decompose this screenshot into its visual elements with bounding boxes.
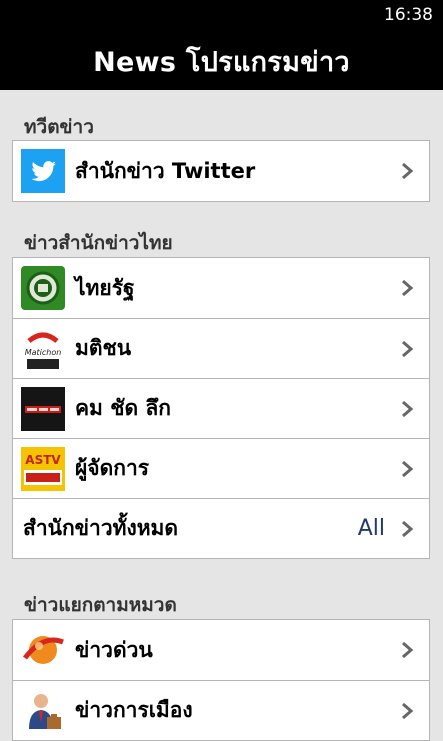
list-item-matichon[interactable]: Matichon มติชน xyxy=(13,318,429,378)
page-title: News โปรแกรมข่าว xyxy=(93,46,350,78)
title-bar: News โปรแกรมข่าว xyxy=(0,32,443,90)
list-item-label: ผู้จัดการ xyxy=(75,456,150,480)
chevron-right-icon xyxy=(393,455,421,483)
group-thai-news-agencies: ไทยรัฐ Matichon มติชน คม ชัด ลึก ASTV ผู… xyxy=(12,257,430,559)
svg-text:Matichon: Matichon xyxy=(25,348,62,357)
list-item-label: ข่าวการเมือง xyxy=(75,698,193,722)
section-header-tweet-news: ทวีตข่าว xyxy=(24,116,94,138)
chevron-right-icon xyxy=(393,157,421,185)
chevron-right-icon xyxy=(393,335,421,363)
list-item-twitter[interactable]: สำนักข่าว Twitter xyxy=(13,141,429,201)
breaking-news-icon xyxy=(21,628,65,672)
astv-manager-logo-icon: ASTV xyxy=(21,446,65,491)
chevron-right-icon xyxy=(393,395,421,423)
group-news-by-category: ข่าวด่วน ข่าวการเมือง xyxy=(12,619,430,741)
chevron-right-icon xyxy=(393,515,421,543)
status-time: 16:38 xyxy=(384,5,433,25)
svg-text:ASTV: ASTV xyxy=(25,453,61,467)
list-item-komchadluek[interactable]: คม ชัด ลึก xyxy=(13,378,429,438)
list-item-label: สำนักข่าวทั้งหมด xyxy=(23,516,179,540)
section-header-news-by-category: ข่าวแยกตามหมวด xyxy=(24,594,177,616)
list-item-label: คม ชัด ลึก xyxy=(75,396,171,420)
twitter-icon xyxy=(21,149,65,193)
status-bar: 16:38 xyxy=(0,0,443,32)
section-header-thai-news-agencies: ข่าวสำนักข่าวไทย xyxy=(24,232,173,254)
thairath-logo-icon xyxy=(21,266,65,310)
list-item-label: มติชน xyxy=(75,336,132,360)
komchadluek-logo-icon xyxy=(21,386,65,431)
list-item-label: ข่าวด่วน xyxy=(75,637,153,662)
group-tweet-news: สำนักข่าว Twitter xyxy=(12,140,430,202)
all-indicator: All xyxy=(357,516,385,541)
list-item-label: สำนักข่าว Twitter xyxy=(75,158,256,183)
list-item-all-agencies[interactable]: สำนักข่าวทั้งหมด All xyxy=(13,498,429,558)
list-item-breaking-news[interactable]: ข่าวด่วน xyxy=(13,620,429,680)
list-item-thairath[interactable]: ไทยรัฐ xyxy=(13,258,429,318)
matichon-logo-icon: Matichon xyxy=(21,326,65,371)
list-item-manager[interactable]: ASTV ผู้จัดการ xyxy=(13,438,429,498)
list-item-politics-news[interactable]: ข่าวการเมือง xyxy=(13,680,429,740)
chevron-right-icon xyxy=(393,697,421,725)
chevron-right-icon xyxy=(393,274,421,302)
chevron-right-icon xyxy=(393,636,421,664)
politics-icon xyxy=(21,689,65,733)
list-item-label: ไทยรัฐ xyxy=(75,275,135,300)
